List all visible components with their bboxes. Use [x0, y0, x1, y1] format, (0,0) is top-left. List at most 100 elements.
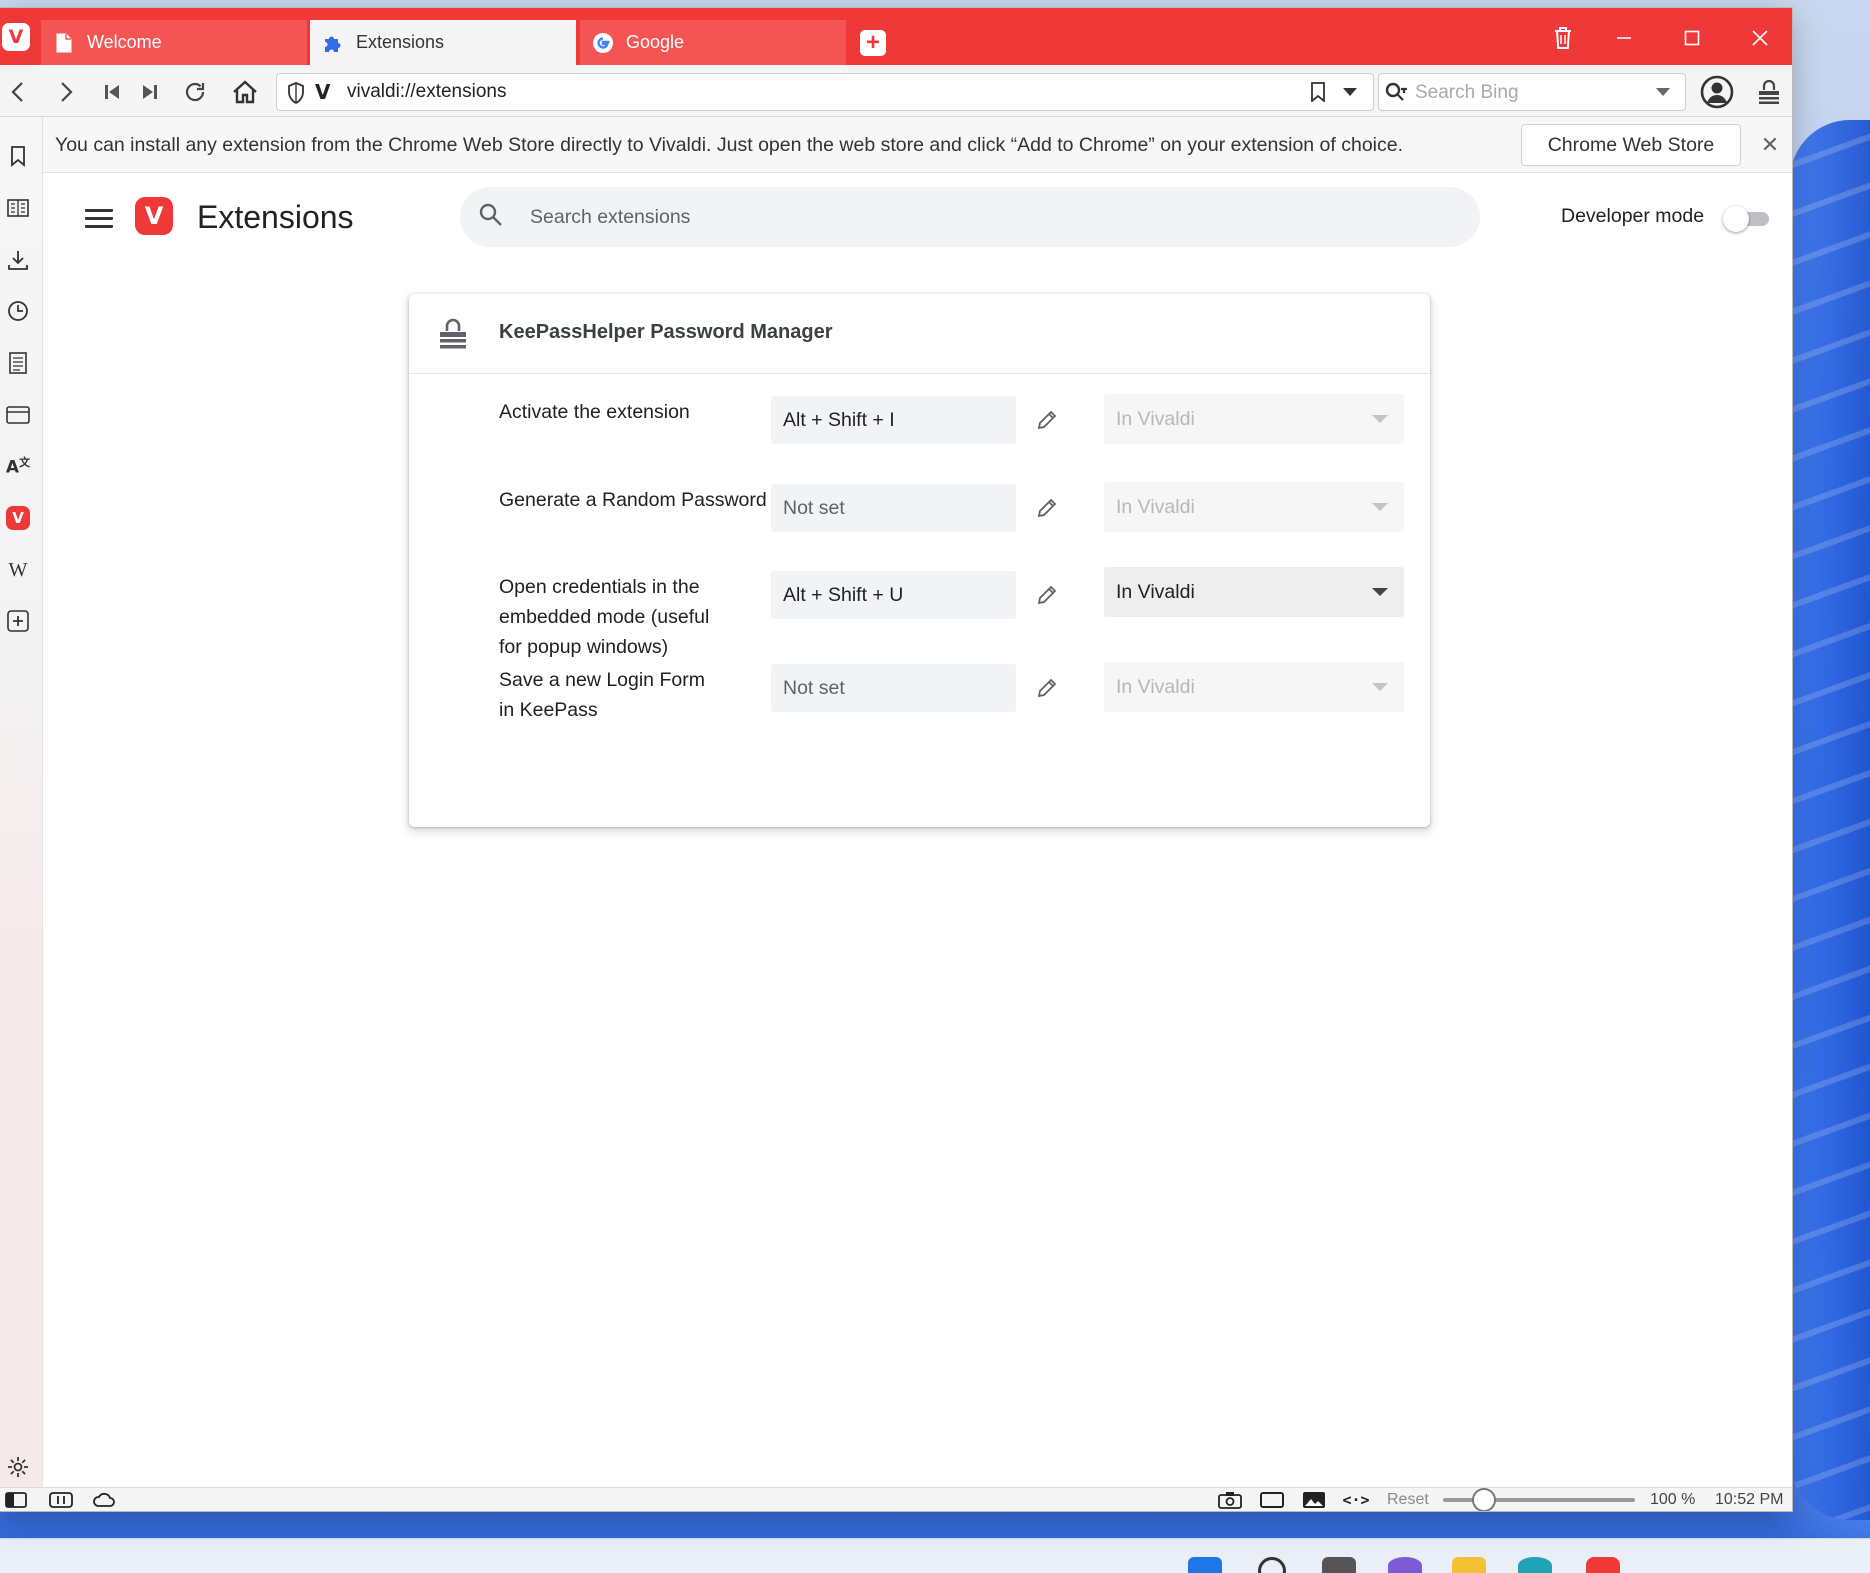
minimize-icon — [1617, 37, 1631, 39]
shortcut-label: Save a new Login Form in KeePass — [499, 669, 705, 721]
page-tiling-icon[interactable] — [1259, 1490, 1285, 1510]
wallpaper-swirl — [1790, 120, 1870, 1520]
task-view-icon[interactable] — [1322, 1557, 1356, 1573]
shield-icon[interactable] — [287, 82, 305, 109]
zoom-slider-thumb[interactable] — [1471, 1488, 1496, 1511]
developer-mode-label: Developer mode — [1561, 205, 1705, 227]
settings-gear-icon[interactable] — [3, 1452, 33, 1482]
start-icon[interactable] — [1188, 1557, 1222, 1573]
status-clock: 10:52 PM — [1715, 1491, 1784, 1508]
vivaldi-panel-icon[interactable]: V — [3, 503, 33, 533]
reading-list-icon[interactable] — [3, 193, 33, 223]
taskbar-search-icon[interactable] — [1258, 1557, 1286, 1573]
fast-forward-button[interactable] — [133, 75, 167, 109]
home-icon — [233, 80, 257, 104]
downloads-icon[interactable] — [3, 245, 33, 275]
pencil-edit-icon[interactable] — [1029, 670, 1065, 706]
panel-toggle-icon[interactable] — [3, 1490, 29, 1510]
reload-button[interactable] — [178, 75, 212, 109]
vivaldi-taskbar-icon[interactable] — [1586, 1557, 1620, 1573]
scope-value: In Vivaldi — [1116, 407, 1195, 430]
back-button[interactable] — [0, 75, 34, 109]
address-dropdown-icon[interactable] — [1343, 88, 1357, 96]
shortcut-label: Activate the extension — [499, 401, 690, 423]
fast-forward-icon — [143, 85, 157, 99]
pencil-edit-icon[interactable] — [1029, 490, 1065, 526]
shortcut-field[interactable]: Alt + Shift + U — [771, 571, 1016, 619]
tab-tiling-icon[interactable] — [48, 1490, 74, 1510]
home-button[interactable] — [228, 75, 262, 109]
shortcut-field[interactable]: Alt + Shift + I — [771, 396, 1016, 444]
rewind-icon — [105, 85, 119, 99]
add-web-panel-icon[interactable] — [3, 606, 33, 636]
scope-value: In Vivaldi — [1116, 675, 1195, 698]
notes-icon[interactable] — [3, 348, 33, 378]
close-button[interactable] — [1740, 22, 1780, 54]
tab-label: Google — [626, 32, 685, 52]
shortcut-field[interactable]: Not set — [771, 484, 1016, 532]
vivaldi-menu-button[interactable]: V — [2, 23, 30, 51]
search-bing-input[interactable] — [1415, 80, 1635, 106]
url-text[interactable]: vivaldi://extensions — [347, 81, 506, 103]
chevron-down-icon — [1372, 588, 1388, 596]
zoom-reset-button[interactable]: Reset — [1387, 1491, 1429, 1509]
profile-button[interactable] — [1700, 75, 1734, 109]
chevron-down-icon — [1372, 683, 1388, 691]
search-engine-dropdown-icon[interactable] — [1656, 88, 1670, 96]
close-icon — [1752, 30, 1768, 46]
bookmarks-panel-icon[interactable] — [3, 141, 33, 171]
image-toggle-icon[interactable] — [1301, 1490, 1327, 1510]
tab-welcome[interactable]: Welcome — [41, 20, 307, 65]
translate-icon[interactable]: A文 — [3, 451, 33, 481]
chrome-web-store-button[interactable]: Chrome Web Store — [1521, 124, 1741, 166]
chevron-left-icon — [11, 82, 23, 102]
page-actions-icon[interactable]: <·> — [1342, 1490, 1369, 1510]
trash-icon — [1555, 27, 1571, 49]
search-engine-field[interactable] — [1378, 73, 1686, 111]
search-extensions-input[interactable] — [530, 201, 1430, 233]
tab-label: Extensions — [356, 32, 445, 52]
url-field[interactable]: V vivaldi://extensions — [276, 73, 1374, 111]
file-explorer-icon[interactable] — [1452, 1557, 1486, 1573]
tab-extensions[interactable]: Extensions — [310, 20, 576, 65]
history-icon[interactable] — [3, 296, 33, 326]
chat-icon[interactable] — [1388, 1557, 1422, 1573]
sync-cloud-icon[interactable] — [91, 1490, 117, 1510]
status-bar: <·> Reset 100 % 10:52 PM — [0, 1487, 1792, 1511]
pencil-edit-icon[interactable] — [1029, 402, 1065, 438]
bookmark-icon[interactable] — [1311, 82, 1325, 107]
extension-name: KeePassHelper Password Manager — [499, 321, 833, 343]
keepass-toolbar-button[interactable] — [1752, 75, 1786, 109]
edge-icon[interactable] — [1518, 1557, 1552, 1573]
search-icon — [478, 202, 504, 233]
hamburger-menu-icon[interactable] — [83, 205, 115, 235]
browser-window: V Welcome Extensions Google + V vivaldi:… — [0, 8, 1792, 1511]
shortcut-scope-select: In Vivaldi — [1104, 662, 1404, 712]
tab-google[interactable]: Google — [580, 20, 846, 65]
keepass-lock-icon — [1759, 79, 1779, 104]
toggle-knob — [1723, 206, 1749, 232]
pencil-edit-icon[interactable] — [1029, 577, 1065, 613]
extension-search-box[interactable] — [460, 187, 1480, 247]
rewind-button[interactable] — [95, 75, 129, 109]
shortcut-scope-select: In Vivaldi — [1104, 394, 1404, 444]
camera-capture-icon[interactable] — [1217, 1490, 1243, 1510]
trash-button[interactable] — [1543, 22, 1583, 54]
shortcut-field[interactable]: Not set — [771, 664, 1016, 712]
close-icon[interactable]: ✕ — [1755, 130, 1785, 160]
shortcut-scope-select[interactable]: In Vivaldi — [1104, 567, 1404, 617]
minimize-button[interactable] — [1604, 22, 1644, 54]
wikipedia-icon[interactable]: W — [3, 555, 33, 585]
new-tab-button[interactable]: + — [860, 30, 886, 56]
side-panel: A文 V W — [0, 117, 43, 1487]
vivaldi-logo-icon: V — [135, 197, 173, 235]
developer-mode-toggle[interactable] — [1723, 206, 1773, 232]
maximize-button[interactable] — [1672, 22, 1712, 54]
forward-button[interactable] — [50, 75, 84, 109]
document-icon — [53, 32, 75, 54]
window-panel-icon[interactable] — [3, 400, 33, 430]
scope-value: In Vivaldi — [1116, 580, 1195, 603]
card-header: KeePassHelper Password Manager — [409, 294, 1430, 374]
keepass-lock-icon — [438, 318, 468, 355]
zoom-slider[interactable] — [1443, 1488, 1635, 1511]
